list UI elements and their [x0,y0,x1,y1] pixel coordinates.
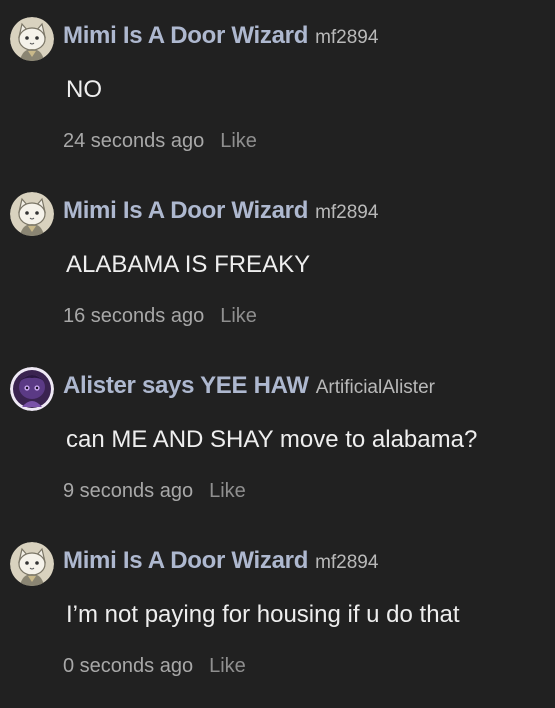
timestamp: 16 seconds ago [63,305,205,327]
timestamp: 0 seconds ago [63,655,194,677]
display-name[interactable]: Mimi Is A Door Wizard [63,197,308,224]
comment-meta: 0 seconds ago Like [63,655,246,678]
display-name[interactable]: Mimi Is A Door Wizard [63,547,308,574]
like-button[interactable]: Like [220,305,257,327]
comment-item: Mimi Is A Door Wizard mf2894 ALABAMA IS F… [0,175,555,350]
comment-meta: 24 seconds ago Like [63,130,257,153]
comment-meta: 16 seconds ago Like [63,305,257,328]
cat-avatar-icon[interactable] [10,192,54,236]
username[interactable]: ArtificialAlister [316,377,435,398]
like-button[interactable]: Like [209,655,246,677]
username[interactable]: mf2894 [315,27,378,48]
comment-header: Mimi Is A Door Wizard mf2894 [63,547,378,575]
cat-avatar-icon[interactable] [10,17,54,61]
comment-item: Alister says YEE HAW ArtificialAlister ca… [0,350,555,525]
display-name[interactable]: Mimi Is A Door Wizard [63,22,308,49]
timestamp: 9 seconds ago [63,480,194,502]
comment-meta: 9 seconds ago Like [63,480,246,503]
comment-header: Mimi Is A Door Wizard mf2894 [63,22,378,50]
comment-header: Mimi Is A Door Wizard mf2894 [63,197,378,225]
display-name[interactable]: Alister says YEE HAW [63,372,309,399]
comment-text: NO [66,76,102,103]
timestamp: 24 seconds ago [63,130,205,152]
cat-avatar-icon[interactable] [10,542,54,586]
username[interactable]: mf2894 [315,552,378,573]
comment-text: I’m not paying for housing if u do that [66,601,460,628]
comment-header: Alister says YEE HAW ArtificialAlister [63,372,435,400]
comment-text: ALABAMA IS FREAKY [66,251,311,278]
comment-item: Mimi Is A Door Wizard mf2894 NO 24 second… [0,0,555,175]
like-button[interactable]: Like [209,480,246,502]
like-button[interactable]: Like [220,130,257,152]
username[interactable]: mf2894 [315,202,378,223]
comment-text: can ME AND SHAY move to alabama? [66,426,478,453]
purple-creature-avatar-icon[interactable] [10,367,54,411]
comment-item: Mimi Is A Door Wizard mf2894 I’m not payi… [0,525,555,700]
